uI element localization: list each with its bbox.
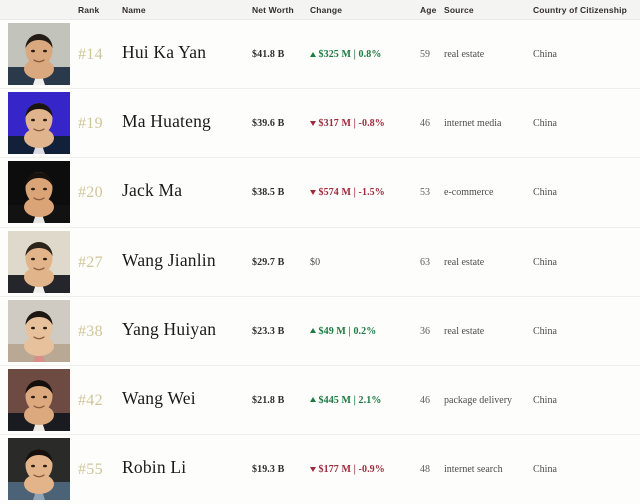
cell-rank: #14 xyxy=(78,46,103,63)
table-header-row: Rank Name Net Worth Change Age Source Co… xyxy=(0,0,640,20)
cell-rank: #38 xyxy=(78,322,103,340)
cell-change: $177 M | -0.9% xyxy=(310,464,385,475)
portrait-hui-ka-yan xyxy=(8,23,70,85)
cell-net-worth: $41.8 B xyxy=(252,49,285,60)
table-row[interactable]: #38 Yang Huiyan $23.3 B $49 M | 0.2% 36 real … xyxy=(0,296,640,366)
cell-source: internet media xyxy=(444,118,502,130)
cell-rank: #19 xyxy=(78,115,103,133)
column-header-name[interactable]: Name xyxy=(122,5,146,15)
cell-rank: #42 xyxy=(78,391,103,409)
cell-rank: #27 xyxy=(78,253,103,271)
cell-net-worth: $23.3 B xyxy=(252,325,285,337)
cell-country: China xyxy=(533,256,557,268)
cell-source: package delivery xyxy=(444,394,513,406)
table-row[interactable]: #20 Jack Ma $38.5 B $574 M | -1.5% 53 e-comme… xyxy=(0,158,640,228)
cell-country: China xyxy=(533,394,557,406)
table-row[interactable]: #19 Ma Huateng $39.6 B $317 M | -0.8% 46 inte… xyxy=(0,89,640,159)
column-header-rank[interactable]: Rank xyxy=(78,5,99,15)
cell-rank: #55 xyxy=(78,461,103,479)
billionaires-table: Rank Name Net Worth Change Age Source Co… xyxy=(0,0,640,504)
table-row[interactable]: #55 Robin Li $19.3 B $177 M | -0.9% 48 intern… xyxy=(0,435,640,504)
column-header-change[interactable]: Change xyxy=(310,5,342,15)
cell-age: 46 xyxy=(420,118,430,130)
portrait-wang-wei xyxy=(8,368,70,431)
cell-net-worth: $19.3 B xyxy=(252,464,285,476)
arrow-up-icon xyxy=(310,397,316,403)
cell-age: 53 xyxy=(420,187,430,199)
table-row[interactable]: #42 Wang Wei $21.8 B $445 M | 2.1% 46 package… xyxy=(0,365,640,436)
cell-change: $325 M | 0.8% xyxy=(310,49,381,60)
cell-name[interactable]: Ma Huateng xyxy=(122,111,211,132)
cell-country: China xyxy=(533,464,557,476)
cell-source: internet search xyxy=(444,464,503,476)
portrait-jack-ma xyxy=(8,161,70,224)
arrow-down-icon xyxy=(310,120,316,126)
arrow-down-icon xyxy=(310,189,316,195)
portrait-robin-li xyxy=(8,438,70,501)
portrait-wang-jianlin xyxy=(8,230,70,293)
cell-name[interactable]: Wang Wei xyxy=(122,388,196,409)
change-value: $574 M | -1.5% xyxy=(318,187,385,199)
change-value: $177 M | -0.9% xyxy=(318,464,385,476)
change-value: $0 xyxy=(310,256,321,268)
cell-name[interactable]: Wang Jianlin xyxy=(122,250,216,271)
change-value: $317 M | -0.8% xyxy=(318,118,385,130)
cell-net-worth: $29.7 B xyxy=(252,256,285,268)
cell-name[interactable]: Robin Li xyxy=(122,457,186,478)
arrow-up-icon xyxy=(310,51,316,57)
cell-change: $49 M | 0.2% xyxy=(310,326,376,337)
cell-change: $0 xyxy=(310,257,320,268)
change-value: $445 M | 2.1% xyxy=(318,394,382,406)
cell-name[interactable]: Hui Ka Yan xyxy=(122,42,206,63)
portrait-yang-huiyan xyxy=(8,299,70,362)
arrow-down-icon xyxy=(310,466,316,472)
cell-net-worth: $39.6 B xyxy=(252,118,285,130)
column-header-age[interactable]: Age xyxy=(420,5,437,15)
change-value: $49 M | 0.2% xyxy=(318,325,377,337)
cell-change: $445 M | 2.1% xyxy=(310,395,381,406)
cell-country: China xyxy=(533,118,557,130)
cell-name[interactable]: Jack Ma xyxy=(122,180,182,201)
column-header-country[interactable]: Country of Citizenship xyxy=(533,5,627,15)
cell-country: China xyxy=(533,49,557,60)
cell-source: e-commerce xyxy=(444,187,494,199)
cell-country: China xyxy=(533,187,557,199)
cell-change: $317 M | -0.8% xyxy=(310,118,385,129)
cell-net-worth: $21.8 B xyxy=(252,394,285,406)
arrow-up-icon xyxy=(310,328,316,334)
cell-age: 46 xyxy=(420,394,430,406)
portrait-ma-huateng xyxy=(8,92,70,155)
table-row[interactable]: #27 Wang Jianlin $29.7 B $0 63 real estate Chi… xyxy=(0,227,640,297)
cell-net-worth: $38.5 B xyxy=(252,187,285,199)
column-header-net-worth[interactable]: Net Worth xyxy=(252,5,294,15)
cell-rank: #20 xyxy=(78,184,103,202)
cell-age: 48 xyxy=(420,464,430,476)
cell-country: China xyxy=(533,325,557,337)
cell-name[interactable]: Yang Huiyan xyxy=(122,319,216,340)
cell-source: real estate xyxy=(444,256,485,268)
table-row[interactable]: #14 Hui Ka Yan $41.8 B $325 M | 0.8% 59 real … xyxy=(0,20,640,90)
column-header-source[interactable]: Source xyxy=(444,5,474,15)
cell-change: $574 M | -1.5% xyxy=(310,187,385,198)
change-value: $325 M | 0.8% xyxy=(318,49,382,60)
cell-age: 59 xyxy=(420,49,430,60)
cell-age: 63 xyxy=(420,256,430,268)
table-body: #14 Hui Ka Yan $41.8 B $325 M | 0.8% 59 real … xyxy=(0,20,640,504)
cell-source: real estate xyxy=(444,325,485,337)
cell-source: real estate xyxy=(444,49,485,60)
cell-age: 36 xyxy=(420,325,430,337)
